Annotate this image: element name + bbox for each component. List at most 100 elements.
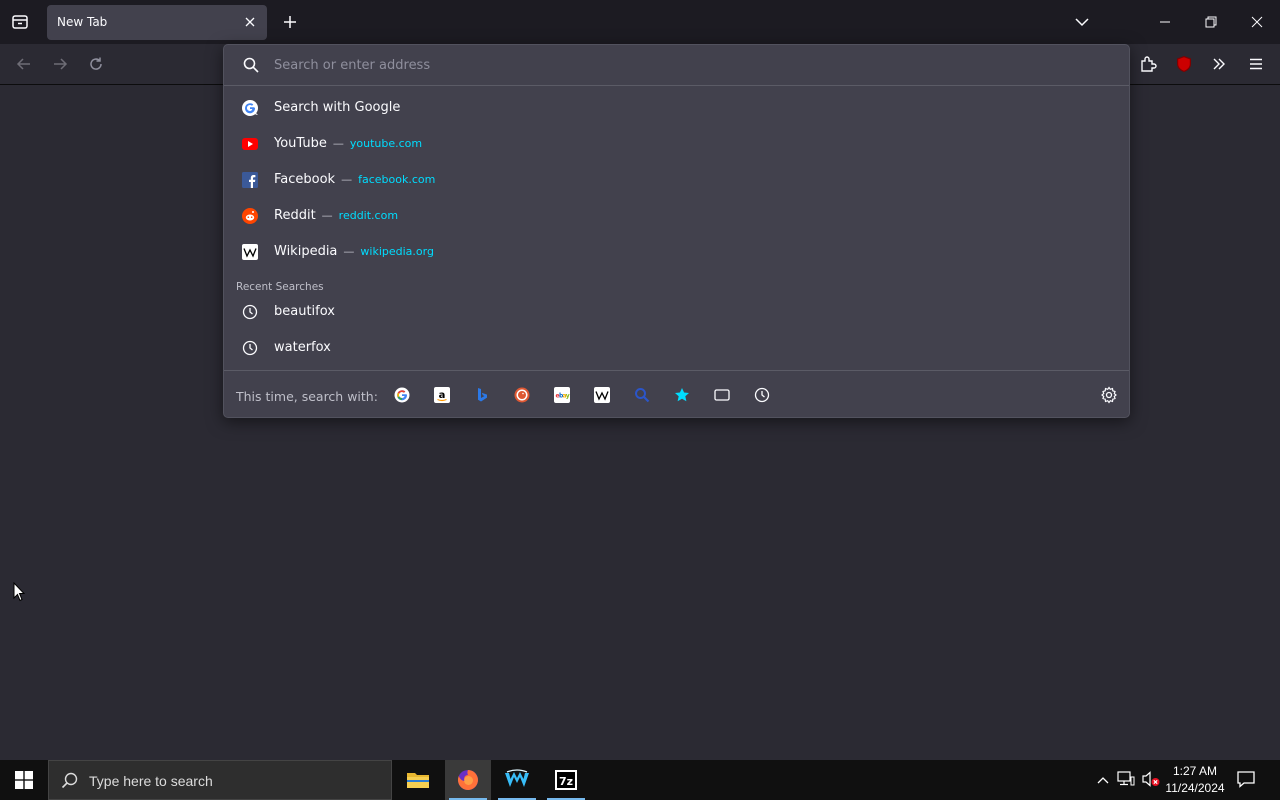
reload-button[interactable] — [80, 48, 112, 80]
google-icon — [394, 387, 410, 403]
tab-new-tab[interactable]: New Tab — [47, 5, 267, 40]
result-separator: — — [341, 173, 353, 186]
firefox-view-button[interactable] — [4, 6, 36, 38]
wikipedia-icon — [241, 243, 259, 261]
close-icon — [245, 17, 255, 27]
result-search-google[interactable]: Search with Google — [224, 90, 1129, 126]
recent-searches-header: Recent Searches — [236, 281, 324, 293]
windows-logo-icon — [15, 771, 33, 789]
taskbar-file-explorer[interactable] — [395, 760, 441, 800]
hamburger-menu-icon — [1250, 58, 1262, 70]
oneoff-google-button[interactable] — [392, 385, 412, 405]
result-title: waterfox — [274, 340, 331, 355]
overflow-button[interactable] — [1203, 48, 1235, 80]
tabs-icon — [714, 389, 730, 401]
oneoff-history-button[interactable] — [752, 385, 772, 405]
history-icon — [754, 387, 770, 403]
clock-date: 11/24/2024 — [1165, 781, 1225, 795]
list-all-tabs-button[interactable] — [1066, 6, 1098, 38]
result-title: beautifox — [274, 304, 335, 319]
7zip-icon: 7z — [555, 770, 577, 790]
close-icon — [1251, 16, 1263, 28]
result-wikipedia[interactable]: Wikipedia — wikipedia.org — [224, 234, 1129, 270]
ublock-origin-icon — [1177, 56, 1191, 72]
result-url: reddit.com — [338, 209, 399, 222]
clock-time: 1:27 AM — [1172, 764, 1218, 778]
recent-search-item[interactable]: beautifox — [224, 294, 1129, 330]
close-window-button[interactable] — [1241, 6, 1273, 38]
oneoff-duckduckgo-button[interactable] — [512, 385, 532, 405]
tab-strip: New Tab — [0, 0, 1280, 44]
new-tab-button[interactable] — [274, 6, 306, 38]
reddit-icon — [241, 207, 259, 225]
forward-button[interactable] — [44, 48, 76, 80]
search-icon — [243, 57, 259, 73]
waterfox-icon — [505, 769, 529, 787]
clock-icon — [241, 303, 259, 321]
tab-close-button[interactable] — [239, 11, 261, 33]
youtube-icon — [241, 135, 259, 153]
result-url: facebook.com — [358, 173, 436, 186]
result-title: Search with Google — [274, 100, 401, 115]
facebook-icon — [241, 171, 259, 189]
result-separator: — — [343, 245, 355, 258]
oneoff-search-button[interactable] — [632, 385, 652, 405]
ebay-icon: ebay — [554, 387, 570, 403]
wikipedia-icon — [594, 387, 610, 403]
google-icon — [241, 99, 259, 117]
mouse-cursor-icon — [13, 582, 25, 602]
chevron-up-icon — [1097, 777, 1109, 784]
double-chevron-right-icon — [1213, 58, 1225, 70]
restore-button[interactable] — [1195, 6, 1227, 38]
ublock-origin-button[interactable] — [1168, 48, 1200, 80]
taskbar-search-box[interactable]: Type here to search — [48, 760, 392, 800]
taskbar-waterfox[interactable] — [494, 760, 540, 800]
tray-volume-button[interactable] — [1141, 771, 1161, 789]
recent-search-item[interactable]: waterfox — [224, 330, 1129, 366]
app-menu-button[interactable] — [1240, 48, 1272, 80]
taskbar-7zip[interactable]: 7z — [543, 760, 589, 800]
taskbar-firefox[interactable] — [445, 760, 491, 800]
result-facebook[interactable]: Facebook — facebook.com — [224, 162, 1129, 198]
notification-icon — [1237, 771, 1255, 788]
oneoff-bookmarks-button[interactable] — [672, 385, 692, 405]
minimize-button[interactable] — [1149, 6, 1181, 38]
result-youtube[interactable]: YouTube — youtube.com — [224, 126, 1129, 162]
urlbar-input[interactable] — [274, 53, 1094, 77]
volume-muted-icon — [1142, 771, 1160, 787]
start-button[interactable] — [0, 760, 48, 800]
result-url: wikipedia.org — [360, 245, 434, 258]
bookmarks-star-icon — [675, 388, 689, 402]
result-separator: — — [321, 209, 333, 222]
firefox-icon — [457, 770, 478, 790]
result-title: YouTube — [274, 136, 327, 151]
tab-title: New Tab — [57, 15, 108, 29]
taskbar: Type here to search 7z 1:27 AM 11/24/202… — [0, 760, 1280, 800]
puzzle-icon — [1141, 56, 1157, 72]
oneoff-ebay-button[interactable]: ebay — [552, 385, 572, 405]
one-off-label: This time, search with: — [236, 389, 378, 404]
result-separator: — — [332, 137, 344, 150]
action-center-button[interactable] — [1236, 770, 1258, 790]
extensions-button[interactable] — [1132, 48, 1164, 80]
oneoff-tabs-button[interactable] — [712, 385, 732, 405]
svg-text:7z: 7z — [559, 775, 573, 788]
network-icon — [1117, 771, 1135, 786]
duckduckgo-icon — [514, 387, 530, 403]
result-reddit[interactable]: Reddit — reddit.com — [224, 198, 1129, 234]
back-button[interactable] — [8, 48, 40, 80]
amazon-icon: a — [434, 387, 450, 403]
oneoff-wikipedia-button[interactable] — [592, 385, 612, 405]
gear-icon[interactable] — [1100, 386, 1118, 404]
svg-text:y: y — [566, 393, 570, 400]
search-icon — [61, 772, 78, 789]
tray-show-hidden-button[interactable] — [1094, 770, 1112, 790]
result-title: Reddit — [274, 208, 316, 223]
oneoff-bing-button[interactable] — [472, 385, 492, 405]
urlbar-input-row — [224, 45, 1129, 86]
oneoff-amazon-button[interactable]: a — [432, 385, 452, 405]
restore-icon — [1205, 16, 1217, 28]
firefox-view-icon — [12, 15, 28, 29]
bing-icon — [478, 388, 487, 402]
tray-network-button[interactable] — [1117, 771, 1137, 789]
